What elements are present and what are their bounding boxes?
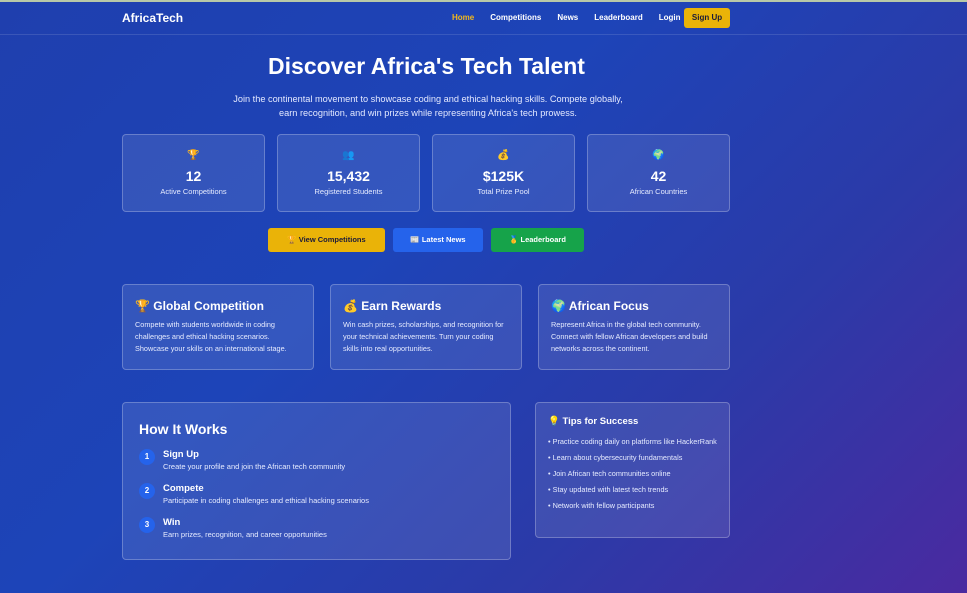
feature-card-african-focus: 🌍 African Focus Represent Africa in the … — [538, 284, 730, 370]
stat-label: Total Prize Pool — [477, 187, 530, 196]
users-icon: 👥 — [342, 150, 355, 161]
tips-panel: 💡 Tips for Success • Practice coding dai… — [535, 402, 730, 538]
step-number-badge: 2 — [139, 483, 155, 499]
stat-card-students: 👥 15,432 Registered Students — [277, 134, 420, 212]
navbar: AfricaTech Home Competitions News Leader… — [0, 2, 967, 35]
how-it-works-title: How It Works — [139, 421, 228, 437]
tips-list: • Practice coding daily on platforms lik… — [548, 436, 717, 512]
feature-title: 🌍 African Focus — [551, 299, 649, 313]
stat-label: Registered Students — [314, 187, 383, 196]
step-title: Compete — [163, 483, 204, 494]
step-number-badge: 1 — [139, 449, 155, 465]
brand-logo[interactable]: AfricaTech — [122, 11, 183, 25]
step-number-badge: 3 — [139, 517, 155, 533]
stat-value: 42 — [650, 168, 667, 184]
step-description: Earn prizes, recognition, and career opp… — [163, 530, 327, 539]
step-title: Win — [163, 517, 181, 528]
nav-competitions[interactable]: Competitions — [490, 13, 541, 22]
stat-value: 12 — [185, 168, 202, 184]
nav-home[interactable]: Home — [452, 13, 474, 22]
stat-label: African Countries — [629, 187, 688, 196]
tip-item: • Join African tech communities online — [548, 469, 671, 478]
step-item: 2 Compete Participate in coding challeng… — [139, 483, 494, 517]
nav-login[interactable]: Login — [659, 13, 681, 22]
nav-news[interactable]: News — [557, 13, 578, 22]
tip-item: • Stay updated with latest tech trends — [548, 485, 669, 494]
tips-title: 💡 Tips for Success — [548, 416, 639, 427]
view-competitions-button[interactable]: 🏆 View Competitions — [268, 228, 385, 252]
nav-leaderboard[interactable]: Leaderboard — [594, 13, 642, 22]
trophy-icon: 🏆 — [187, 150, 200, 161]
hero-subtitle: Join the continental movement to showcas… — [233, 94, 623, 118]
feature-text: Compete with students worldwide in codin… — [135, 320, 287, 353]
hero-title: Discover Africa's Tech Talent — [268, 53, 585, 79]
step-description: Participate in coding challenges and eth… — [163, 496, 369, 505]
leaderboard-button[interactable]: 🥇 Leaderboard — [491, 228, 584, 252]
signup-button[interactable]: Sign Up — [684, 8, 730, 28]
step-item: 3 Win Earn prizes, recognition, and care… — [139, 517, 494, 551]
feature-text: Represent Africa in the global tech comm… — [551, 320, 708, 353]
stat-card-prize-pool: 💰 $125K Total Prize Pool — [432, 134, 575, 212]
globe-icon: 🌍 — [652, 150, 665, 161]
stat-value: $125K — [482, 168, 525, 184]
feature-text: Win cash prizes, scholarships, and recog… — [343, 320, 504, 353]
feature-card-global-competition: 🏆 Global Competition Compete with studen… — [122, 284, 314, 370]
tip-item: • Practice coding daily on platforms lik… — [548, 437, 717, 446]
how-it-works-panel: How It Works 1 Sign Up Create your profi… — [122, 402, 511, 560]
stat-card-competitions: 🏆 12 Active Competitions — [122, 134, 265, 212]
nav-links: Home Competitions News Leaderboard Login — [452, 13, 697, 22]
feature-title: 💰 Earn Rewards — [343, 299, 442, 313]
stat-label: Active Competitions — [160, 187, 227, 196]
tip-item: • Network with fellow participants — [548, 501, 655, 510]
step-item: 1 Sign Up Create your profile and join t… — [139, 449, 494, 483]
stat-card-countries: 🌍 42 African Countries — [587, 134, 730, 212]
stat-value: 15,432 — [327, 168, 370, 184]
feature-card-earn-rewards: 💰 Earn Rewards Win cash prizes, scholars… — [330, 284, 522, 370]
money-bag-icon: 💰 — [497, 150, 510, 161]
feature-title: 🏆 Global Competition — [135, 299, 264, 313]
latest-news-button[interactable]: 📰 Latest News — [393, 228, 483, 252]
step-description: Create your profile and join the African… — [163, 462, 346, 471]
tip-item: • Learn about cybersecurity fundamentals — [548, 453, 683, 462]
step-title: Sign Up — [163, 449, 199, 460]
